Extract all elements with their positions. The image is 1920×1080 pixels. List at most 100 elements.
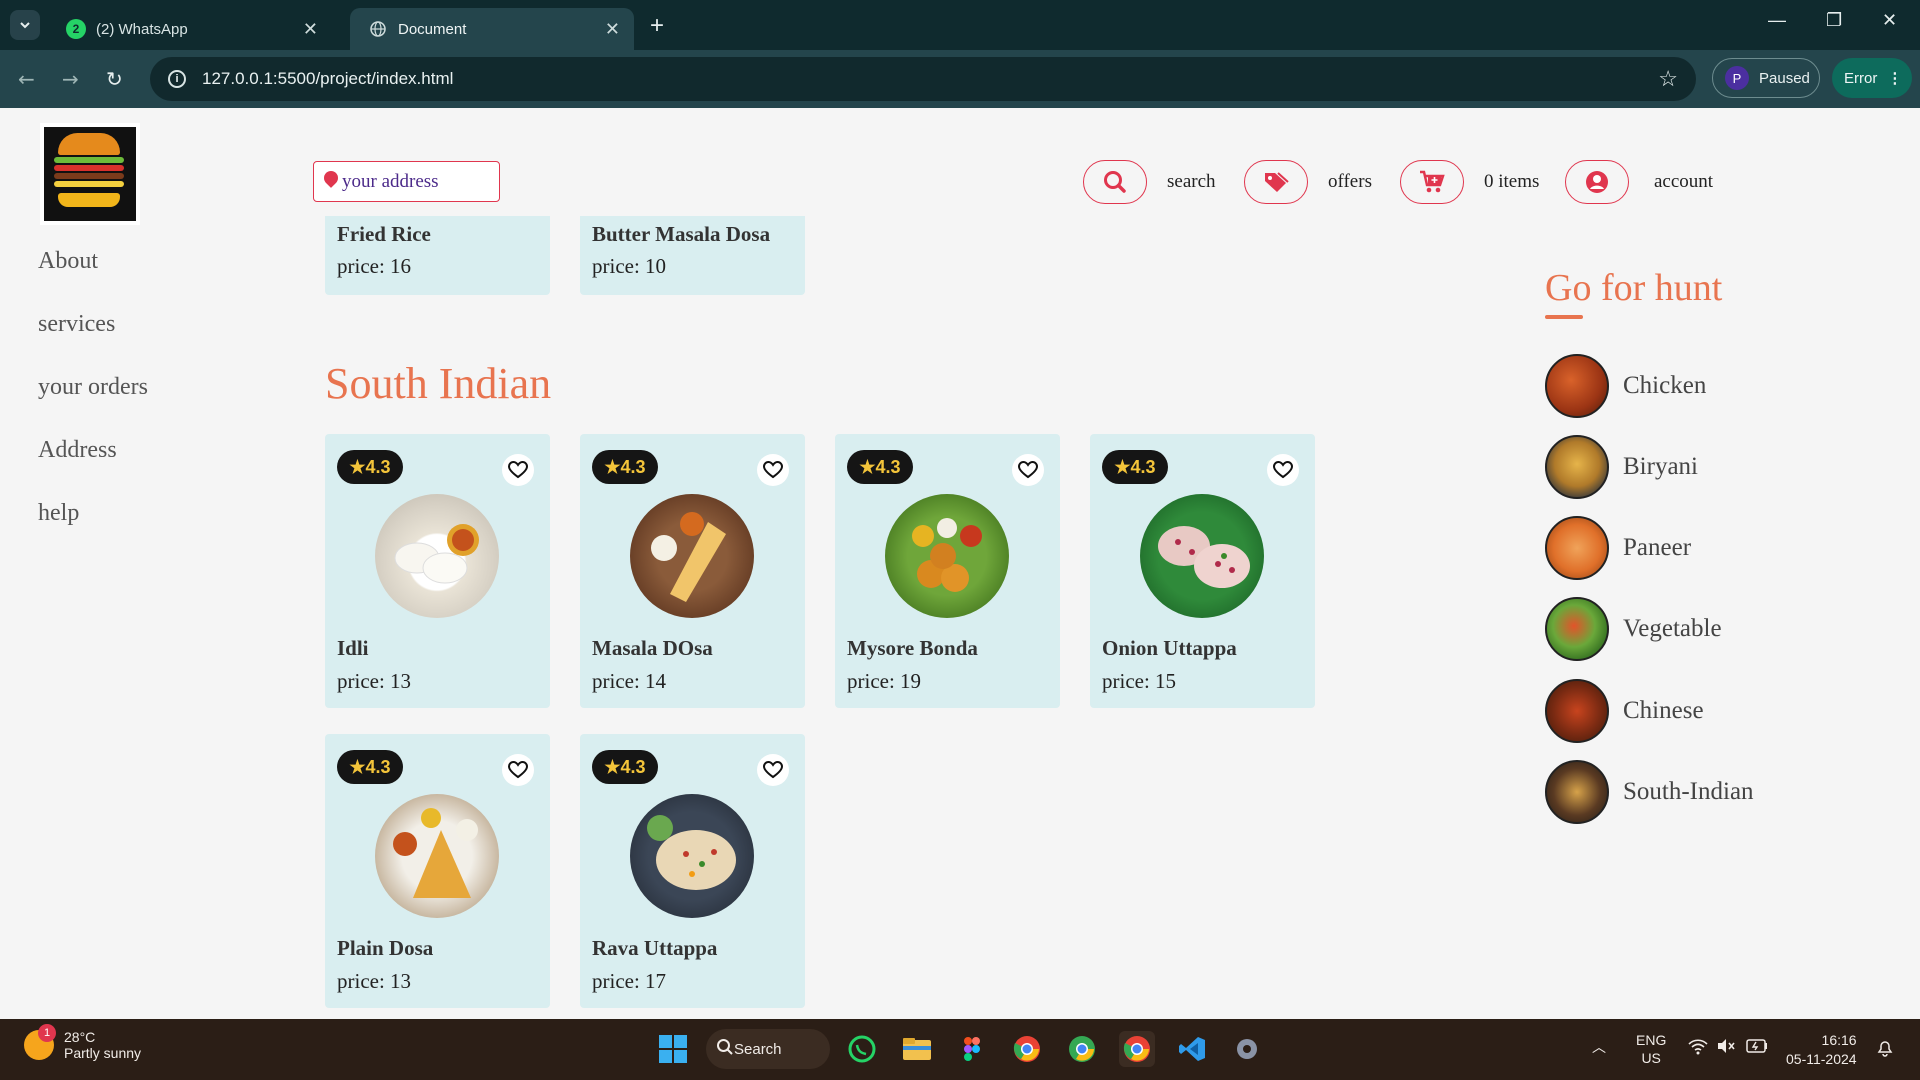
cart-button[interactable] xyxy=(1400,160,1464,204)
category-label: Biryani xyxy=(1623,453,1698,480)
tab-search-dropdown[interactable] xyxy=(10,10,40,40)
start-icon[interactable] xyxy=(655,1031,691,1067)
category-label: South-Indian xyxy=(1623,778,1754,805)
figma-icon[interactable] xyxy=(954,1031,990,1067)
star-icon: ★ xyxy=(349,756,366,777)
hunt-title: Go for hunt xyxy=(1545,267,1723,309)
idli-image xyxy=(375,494,499,618)
location-pin-icon xyxy=(321,167,341,188)
url-bar[interactable]: i 127.0.0.1:5500/project/index.html ☆ xyxy=(150,57,1696,101)
search-button[interactable] xyxy=(1083,160,1147,204)
error-menu-button[interactable]: Error ⋮ xyxy=(1832,58,1912,98)
sidebar-item-help[interactable]: help xyxy=(38,500,148,526)
tab-document[interactable]: Document ✕ xyxy=(350,8,634,50)
food-name: Rava Uttappa xyxy=(592,936,718,960)
chicken-image xyxy=(1545,354,1609,418)
close-window-icon[interactable]: ✕ xyxy=(1882,10,1897,31)
heart-icon[interactable] xyxy=(1012,454,1044,486)
category-south-indian[interactable]: South-Indian xyxy=(1545,760,1754,824)
account-label[interactable]: account xyxy=(1654,171,1713,193)
offers-nav[interactable]: offers xyxy=(1244,160,1372,204)
category-paneer[interactable]: Paneer xyxy=(1545,516,1691,580)
avatar: P xyxy=(1725,66,1749,90)
category-vegetable[interactable]: Vegetable xyxy=(1545,597,1722,661)
search-nav[interactable]: search xyxy=(1083,160,1216,204)
restore-icon[interactable]: ❐ xyxy=(1826,10,1842,31)
battery-icon[interactable] xyxy=(1746,1039,1768,1056)
food-name: Fried Rice xyxy=(337,222,431,246)
site-logo[interactable] xyxy=(40,123,140,225)
food-card[interactable]: ★ 4.3 Plain Dosa price: 13 xyxy=(325,734,550,1008)
wifi-icon[interactable] xyxy=(1688,1039,1708,1058)
star-icon: ★ xyxy=(604,756,621,777)
cart-nav[interactable]: 0 items xyxy=(1400,160,1539,204)
paneer-image xyxy=(1545,516,1609,580)
food-card[interactable]: Butter Masala Dosa price: 10 xyxy=(580,216,805,295)
food-card[interactable]: ★ 4.3 Mysore Bonda price: 19 xyxy=(835,434,1060,708)
address-placeholder: your address xyxy=(342,170,439,192)
close-tab-icon[interactable]: ✕ xyxy=(605,19,620,40)
whatsapp-icon[interactable] xyxy=(844,1031,880,1067)
food-card[interactable]: ★ 4.3 Masala DOsa price: 14 xyxy=(580,434,805,708)
food-price: price: 19 xyxy=(847,669,922,693)
sidebar-item-services[interactable]: services xyxy=(38,311,148,337)
browser-tab-bar: 2 (2) WhatsApp ✕ Document ✕ + — ❐ ✕ xyxy=(0,0,1920,50)
cart-icon xyxy=(1420,170,1445,193)
mute-icon[interactable] xyxy=(1716,1038,1736,1057)
web-page: About services your orders Address help … xyxy=(0,108,1920,1019)
close-tab-icon[interactable]: ✕ xyxy=(303,19,318,40)
cart-count[interactable]: 0 items xyxy=(1484,171,1539,193)
heart-icon[interactable] xyxy=(502,454,534,486)
weather-widget[interactable]: 1 28°C Partly sunny xyxy=(24,1024,142,1061)
address-input[interactable]: your address xyxy=(313,161,500,202)
minimize-icon[interactable]: — xyxy=(1768,10,1786,31)
chevron-up-icon[interactable]: ︿ xyxy=(1592,1037,1606,1057)
star-icon: ★ xyxy=(1114,456,1131,477)
food-name: Butter Masala Dosa xyxy=(592,222,771,246)
search-label[interactable]: search xyxy=(1167,171,1216,193)
account-button[interactable] xyxy=(1565,160,1629,204)
notification-bell-icon[interactable] xyxy=(1876,1039,1894,1060)
sidebar-item-your-orders[interactable]: your orders xyxy=(38,374,148,400)
profile-button[interactable]: P Paused xyxy=(1712,58,1820,98)
account-nav[interactable]: account xyxy=(1565,160,1713,204)
heart-icon[interactable] xyxy=(502,754,534,786)
sidebar-nav: About services your orders Address help xyxy=(38,248,148,563)
chrome-profile-icon[interactable] xyxy=(1064,1031,1100,1067)
food-card[interactable]: ★ 4.3 Idli price: 13 xyxy=(325,434,550,708)
sidebar-item-about[interactable]: About xyxy=(38,248,148,274)
chrome-active-icon[interactable] xyxy=(1119,1031,1155,1067)
category-label: Chicken xyxy=(1623,372,1707,399)
forward-icon[interactable]: → xyxy=(62,67,79,91)
category-biryani[interactable]: Biryani xyxy=(1545,435,1698,499)
taskbar: 1 28°C Partly sunny Search ︿ ENG US 16:1… xyxy=(0,1019,1920,1080)
file-explorer-icon[interactable] xyxy=(899,1031,935,1067)
heart-icon[interactable] xyxy=(1267,454,1299,486)
biryani-image xyxy=(1545,435,1609,499)
taskbar-search[interactable]: Search xyxy=(706,1029,830,1069)
food-card[interactable]: ★ 4.3 Onion Uttappa price: 15 xyxy=(1090,434,1315,708)
site-info-icon[interactable]: i xyxy=(168,70,186,88)
category-chinese[interactable]: Chinese xyxy=(1545,679,1704,743)
new-tab-button[interactable]: + xyxy=(650,12,664,40)
offers-button[interactable] xyxy=(1244,160,1308,204)
vegetable-image xyxy=(1545,597,1609,661)
clock[interactable]: 16:16 05-11-2024 xyxy=(1786,1031,1857,1069)
chrome-icon[interactable] xyxy=(1009,1031,1045,1067)
category-chicken[interactable]: Chicken xyxy=(1545,354,1706,418)
offers-label[interactable]: offers xyxy=(1328,171,1372,193)
tab-whatsapp[interactable]: 2 (2) WhatsApp ✕ xyxy=(48,8,332,50)
reload-icon[interactable]: ↻ xyxy=(106,67,123,91)
bookmark-star-icon[interactable]: ☆ xyxy=(1658,66,1678,92)
food-card[interactable]: ★ 4.3 Rava Uttappa price: 17 xyxy=(580,734,805,1008)
language-indicator[interactable]: ENG US xyxy=(1636,1031,1666,1067)
heart-icon[interactable] xyxy=(757,454,789,486)
tab-title: Document xyxy=(398,20,467,38)
weather-text: Partly sunny xyxy=(64,1045,142,1061)
settings-icon[interactable] xyxy=(1229,1031,1265,1067)
heart-icon[interactable] xyxy=(757,754,789,786)
food-card[interactable]: Fried Rice price: 16 xyxy=(325,216,550,295)
vscode-icon[interactable] xyxy=(1174,1031,1210,1067)
sidebar-item-address[interactable]: Address xyxy=(38,437,148,463)
back-icon[interactable]: ← xyxy=(18,67,35,91)
